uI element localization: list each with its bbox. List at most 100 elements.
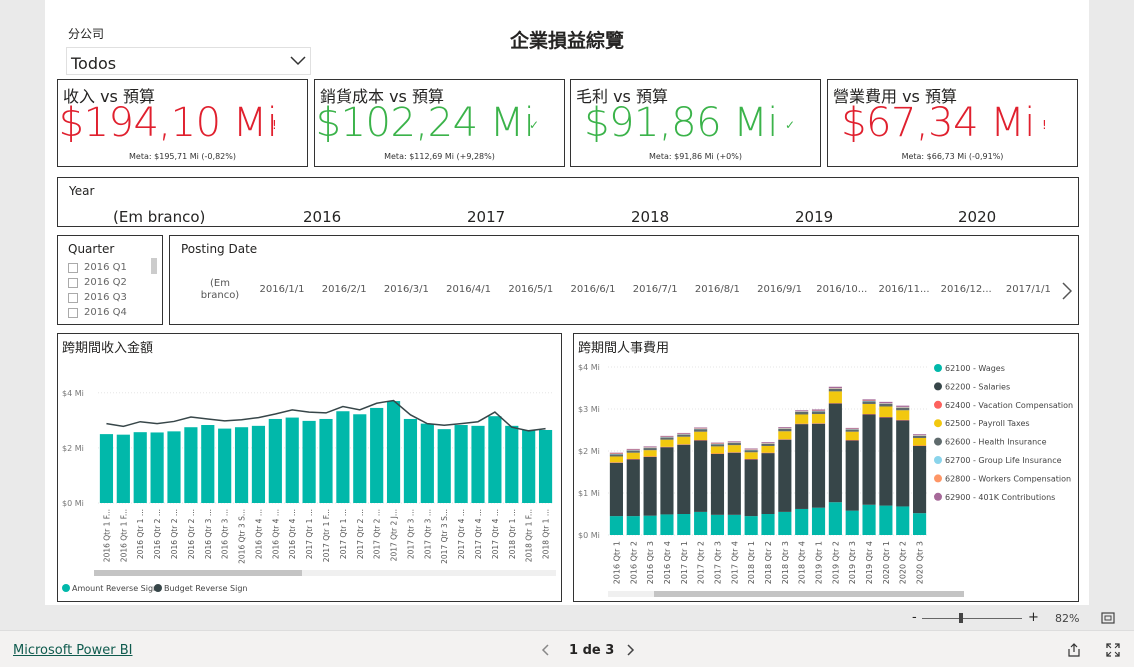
revenue-bar[interactable] [505, 425, 519, 503]
expense-bar-segment[interactable] [795, 411, 809, 415]
expense-bar-segment[interactable] [761, 514, 775, 535]
expense-bar-segment[interactable] [677, 444, 691, 514]
expense-bar-segment[interactable] [626, 459, 640, 517]
fullscreen-icon[interactable] [1106, 643, 1120, 657]
quarter-option[interactable]: 2016 Q1 [68, 262, 127, 273]
quarter-option[interactable]: 2016 Q2 [68, 277, 127, 288]
expense-bar-segment[interactable] [913, 437, 927, 446]
expense-bar-segment[interactable] [710, 444, 725, 447]
revenue-bar[interactable] [437, 429, 451, 503]
expense-bar-segment[interactable] [677, 432, 691, 434]
expense-bar-segment[interactable] [795, 424, 809, 509]
expense-bar-segment[interactable] [727, 441, 741, 443]
expense-bar-segment[interactable] [828, 502, 842, 535]
expense-bar-segment[interactable] [811, 411, 826, 415]
revenue-bar[interactable] [370, 407, 384, 503]
expense-bar-segment[interactable] [862, 414, 876, 505]
posting-date-option[interactable]: 2016/2/1 [314, 284, 374, 295]
expense-bar-segment[interactable] [913, 435, 927, 438]
expense-bar-segment[interactable] [609, 516, 623, 535]
expense-bar-segment[interactable] [879, 401, 893, 404]
revenue-bar[interactable] [218, 428, 232, 503]
posting-date-option[interactable]: 2016/4/1 [439, 284, 499, 295]
posting-date-option[interactable]: 2016/9/1 [750, 284, 810, 295]
checkbox[interactable] [68, 292, 78, 303]
revenue-bar[interactable] [420, 423, 434, 503]
zoom-slider-thumb[interactable] [959, 613, 963, 623]
next-page-icon[interactable] [627, 644, 635, 656]
expense-bar-segment[interactable] [744, 516, 758, 535]
revenue-bar[interactable] [302, 420, 316, 503]
expense-bar-segment[interactable] [896, 405, 910, 407]
expense-bar-segment[interactable] [845, 440, 859, 511]
expense-bar-segment[interactable] [694, 440, 708, 512]
posting-date-option[interactable]: 2017/1/1 [998, 284, 1058, 295]
expense-bar-segment[interactable] [744, 452, 758, 459]
revenue-bar[interactable] [386, 401, 401, 503]
expense-bar-segment[interactable] [626, 516, 640, 535]
expense-bar-segment[interactable] [896, 407, 910, 411]
expense-bar-segment[interactable] [677, 514, 691, 535]
year-option[interactable]: 2017 [467, 208, 505, 226]
posting-date-option[interactable]: 2016/8/1 [687, 284, 747, 295]
expense-bar-segment[interactable] [660, 447, 674, 515]
expense-bar-segment[interactable] [828, 388, 842, 392]
expense-bar-segment[interactable] [660, 437, 674, 440]
zoom-slider-track[interactable] [922, 618, 1022, 619]
posting-date-option[interactable]: (Em branco) [190, 278, 250, 302]
quarter-option[interactable]: 2016 Q4 [68, 307, 127, 318]
quarter-scrollbar[interactable] [151, 258, 157, 274]
expense-bar-segment[interactable] [643, 448, 657, 451]
posting-date-option[interactable]: 2016/1/1 [252, 284, 312, 295]
expense-bar-segment[interactable] [677, 436, 691, 445]
expense-bar-segment[interactable] [811, 409, 826, 411]
revenue-bar[interactable] [403, 418, 418, 503]
posting-date-option[interactable]: 2016/5/1 [501, 284, 561, 295]
expense-bar-segment[interactable] [761, 443, 775, 446]
expense-bar-segment[interactable] [727, 452, 741, 515]
revenue-bar[interactable] [251, 425, 266, 503]
posting-date-option[interactable]: 2016/11... [874, 284, 934, 295]
revenue-bar[interactable] [353, 414, 367, 503]
expense-bar-segment[interactable] [727, 445, 741, 453]
expense-bar-segment[interactable] [660, 514, 674, 535]
expense-bar-segment[interactable] [744, 459, 758, 517]
expense-bar-segment[interactable] [643, 456, 657, 516]
expense-bar-segment[interactable] [862, 399, 876, 401]
revenue-bar[interactable] [133, 432, 147, 503]
expense-bar-segment[interactable] [862, 504, 876, 535]
expense-bar-segment[interactable] [879, 417, 893, 506]
chart-scroll-thumb[interactable] [94, 570, 302, 576]
expense-bar-segment[interactable] [626, 450, 640, 453]
year-option[interactable]: 2016 [303, 208, 341, 226]
expense-bar-segment[interactable] [845, 427, 859, 429]
expense-bar-segment[interactable] [778, 427, 792, 428]
expense-bar-segment[interactable] [761, 442, 775, 444]
revenue-bar[interactable] [471, 425, 485, 503]
posting-date-option[interactable]: 2016/10... [812, 284, 872, 295]
revenue-bar[interactable] [319, 418, 333, 503]
expense-bar-segment[interactable] [744, 450, 758, 453]
expense-bar-segment[interactable] [828, 403, 842, 503]
expense-bar-segment[interactable] [694, 429, 708, 432]
expense-bar-segment[interactable] [845, 510, 859, 535]
expense-bar-segment[interactable] [913, 513, 927, 535]
expense-bar-segment[interactable] [811, 507, 826, 535]
expense-bar-segment[interactable] [778, 511, 792, 535]
expense-bar-segment[interactable] [879, 505, 893, 535]
expense-bar-segment[interactable] [609, 462, 623, 517]
expense-bar-segment[interactable] [778, 431, 792, 440]
expense-bar-segment[interactable] [694, 427, 708, 429]
expense-bar-segment[interactable] [609, 456, 623, 463]
checkbox[interactable] [68, 307, 78, 318]
power-bi-link[interactable]: Microsoft Power BI [13, 643, 132, 658]
expense-bar-segment[interactable] [778, 428, 792, 432]
revenue-bar[interactable] [268, 418, 282, 503]
revenue-bar[interactable] [167, 431, 181, 503]
posting-date-option[interactable]: 2016/6/1 [563, 284, 623, 295]
expense-bar-segment[interactable] [811, 414, 826, 424]
expense-bar-segment[interactable] [896, 410, 910, 420]
quarter-option[interactable]: 2016 Q3 [68, 292, 127, 303]
expense-bar-segment[interactable] [879, 406, 893, 417]
revenue-bar[interactable] [99, 434, 114, 503]
